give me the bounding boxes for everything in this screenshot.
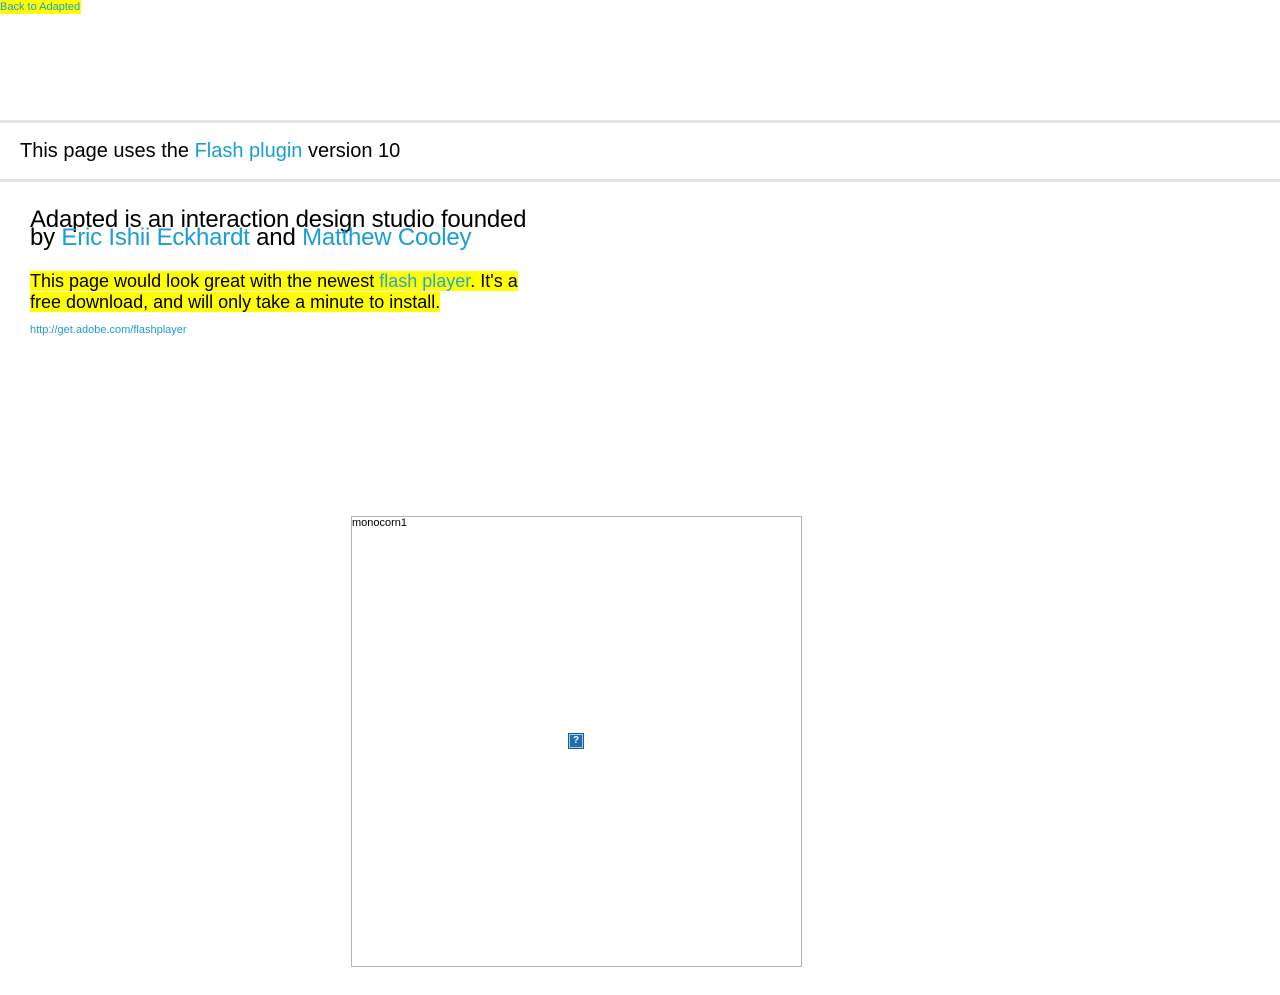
studio-intro: Adapted is an interaction design studio …: [30, 208, 550, 250]
notice-text: This page would look great with the newe…: [30, 271, 518, 312]
flash-version-suffix: version 10: [302, 140, 401, 162]
adobe-download-link[interactable]: http://get.adobe.com/flashplayer: [30, 323, 187, 337]
flash-version-prefix: This page uses the: [20, 140, 195, 162]
flash-object-frame[interactable]: monocorn1 ?: [351, 516, 802, 967]
notice-prefix: This page would look great with the newe…: [30, 271, 380, 291]
flash-version-text: This page uses the Flash plugin version …: [20, 139, 400, 163]
flash-plugin-link[interactable]: Flash plugin: [195, 140, 303, 162]
intro-and: and: [249, 224, 303, 251]
founder-eric-link[interactable]: Eric Ishii Eckhardt: [61, 224, 249, 251]
flash-version-bar: This page uses the Flash plugin version …: [0, 120, 1280, 182]
flash-player-link[interactable]: flash player: [379, 271, 470, 291]
flash-object-label: monocorn1: [352, 517, 408, 529]
missing-plugin-icon[interactable]: ?: [568, 733, 584, 749]
intro-by: by: [30, 224, 62, 251]
back-to-adapted-link[interactable]: Back to Adapted: [0, 0, 82, 14]
flash-upgrade-notice: This page would look great with the newe…: [30, 271, 530, 313]
founder-matthew-link[interactable]: Matthew Cooley: [302, 224, 471, 251]
